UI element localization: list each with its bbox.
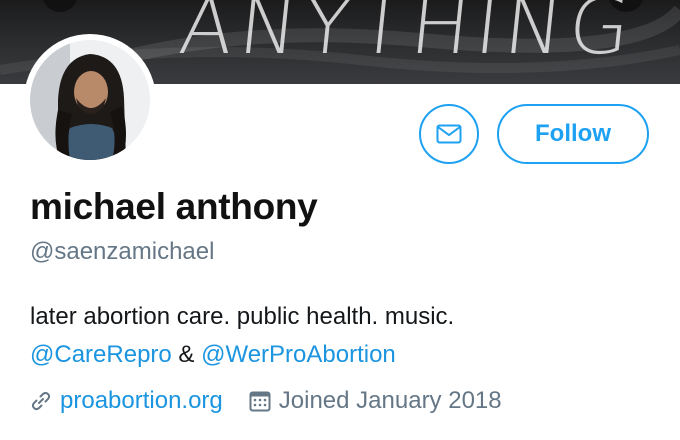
profile-joined-date: Joined January 2018 bbox=[278, 387, 502, 414]
calendar-icon bbox=[249, 390, 271, 412]
follow-button[interactable]: Follow bbox=[497, 104, 649, 164]
profile-name: michael anthony bbox=[30, 186, 318, 227]
bio-mentions: @CareRepro & @WerProAbortion bbox=[30, 336, 650, 374]
banner-artwork-text: ANYTHING bbox=[175, 0, 641, 72]
profile-bio: later abortion care. public health. musi… bbox=[30, 298, 650, 374]
profile-website-link[interactable]: proabortion.org bbox=[60, 387, 223, 415]
link-icon bbox=[30, 390, 52, 412]
profile-meta: proabortion.org Joined January 2018 bbox=[30, 382, 502, 420]
message-button[interactable] bbox=[419, 104, 479, 164]
profile-handle: @saenzamichael bbox=[30, 238, 215, 265]
mention-carerepro[interactable]: @CareRepro bbox=[30, 341, 172, 368]
envelope-icon bbox=[436, 124, 462, 144]
avatar[interactable] bbox=[26, 36, 154, 164]
avatar-photo bbox=[30, 40, 150, 160]
bio-ampersand: & bbox=[178, 341, 195, 368]
bio-text: later abortion care. public health. musi… bbox=[30, 303, 455, 330]
mention-werproabortion[interactable]: @WerProAbortion bbox=[201, 341, 396, 368]
